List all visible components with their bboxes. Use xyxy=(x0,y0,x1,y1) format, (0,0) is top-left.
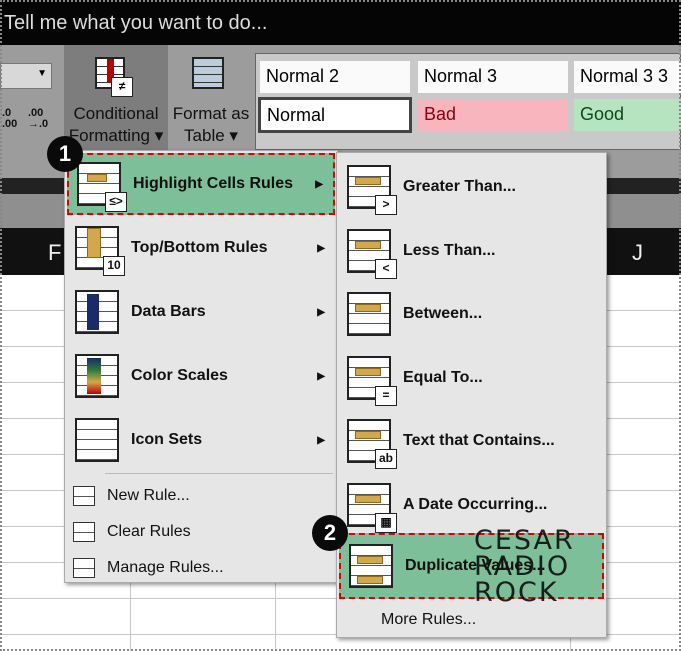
menu-item-label: Top/Bottom Rules xyxy=(131,239,268,256)
search-placeholder: Tell me what you want to do... xyxy=(4,12,268,34)
submenu-item-greater-than[interactable]: > Greater Than... xyxy=(339,156,604,218)
tell-me-search[interactable]: Tell me what you want to do... xyxy=(0,0,681,45)
color-scales-icon xyxy=(75,354,119,398)
chevron-down-icon: ▼ xyxy=(37,68,47,79)
menu-item-label: Highlight Cells Rules xyxy=(133,175,294,192)
chevron-right-icon: ▶ xyxy=(317,434,325,446)
step-badge-1: 1 xyxy=(47,136,83,172)
less-than-icon: < xyxy=(347,228,397,279)
cf-label-1: Conditional xyxy=(73,104,159,123)
menu-item-highlight-cells-rules[interactable]: ≤> Highlight Cells Rules ▶ xyxy=(67,153,335,215)
cell-styles-gallery: Normal 2 Normal 3 Normal 3 3 Normal Bad … xyxy=(255,53,681,150)
number-format-dropdown[interactable]: ▼ xyxy=(0,63,52,89)
submenu-item-text-contains[interactable]: ab Text that Contains... xyxy=(339,410,604,472)
menu-item-icon-sets[interactable]: Icon Sets ▶ xyxy=(67,409,335,471)
menu-item-label: Color Scales xyxy=(131,367,228,384)
chevron-right-icon: ▶ xyxy=(317,370,325,382)
menu-separator xyxy=(105,473,333,474)
submenu-item-between[interactable]: Between... xyxy=(339,283,604,345)
top-bottom-icon: 10 xyxy=(75,226,125,276)
menu-item-label: Manage Rules... xyxy=(107,559,224,576)
submenu-item-less-than[interactable]: < Less Than... xyxy=(339,220,604,282)
chevron-right-icon: ▶ xyxy=(317,242,325,254)
submenu-item-label: Greater Than... xyxy=(403,178,516,195)
submenu-item-label: A Date Occurring... xyxy=(403,495,548,513)
step-badge-2: 2 xyxy=(312,515,348,551)
style-normal[interactable]: Normal xyxy=(258,97,412,133)
menu-item-top-bottom-rules[interactable]: 10 Top/Bottom Rules ▶ xyxy=(67,217,335,279)
style-normal-3-3[interactable]: Normal 3 3 xyxy=(574,61,681,93)
menu-item-label: New Rule... xyxy=(107,487,190,504)
increase-decimal-button[interactable]: .0 .00 xyxy=(2,108,17,130)
submenu-item-equal-to[interactable]: = Equal To... xyxy=(339,347,604,409)
column-header-j[interactable]: J xyxy=(632,240,643,266)
chevron-right-icon: ▶ xyxy=(315,178,323,190)
chevron-right-icon: ▶ xyxy=(317,306,325,318)
menu-item-clear-rules[interactable]: Clear Rules xyxy=(67,515,335,549)
menu-item-label: Clear Rules xyxy=(107,523,191,540)
submenu-item-label: Less Than... xyxy=(403,241,496,259)
greater-than-icon: > xyxy=(347,165,397,215)
conditional-formatting-menu: ≤> Highlight Cells Rules ▶ 10 Top/Bottom … xyxy=(64,150,338,583)
watermark-logo: CESAR RADIO ROCK xyxy=(474,525,575,608)
fat-label-1: Format as xyxy=(172,104,250,123)
submenu-item-label: Between... xyxy=(403,305,483,322)
icon-sets-icon xyxy=(75,418,119,462)
decrease-decimal-button[interactable]: .00 →.0 xyxy=(28,108,48,130)
submenu-item-label: Text that Contains... xyxy=(403,432,555,449)
style-normal-2[interactable]: Normal 2 xyxy=(260,61,410,93)
between-icon xyxy=(347,292,391,336)
equal-to-icon: = xyxy=(347,355,397,406)
fat-label-2: Table ▾ xyxy=(184,126,238,145)
new-rule-icon xyxy=(73,486,95,506)
style-bad[interactable]: Bad xyxy=(418,99,568,131)
menu-item-data-bars[interactable]: Data Bars ▶ xyxy=(67,281,335,343)
style-good[interactable]: Good xyxy=(574,99,681,131)
text-contains-icon: ab xyxy=(347,419,397,469)
duplicate-values-icon xyxy=(349,544,393,588)
data-bars-icon xyxy=(75,290,119,334)
menu-item-color-scales[interactable]: Color Scales ▶ xyxy=(67,345,335,407)
submenu-item-label: Equal To... xyxy=(403,368,483,386)
clear-rules-icon xyxy=(73,522,95,542)
menu-item-manage-rules[interactable]: Manage Rules... xyxy=(67,551,335,585)
date-occurring-icon: ▦ xyxy=(347,482,397,533)
highlight-cells-icon: ≤> xyxy=(77,162,127,212)
format-as-table-icon xyxy=(192,57,224,89)
manage-rules-icon xyxy=(73,558,95,578)
style-normal-3[interactable]: Normal 3 xyxy=(418,61,568,93)
conditional-formatting-icon: ≠ xyxy=(95,57,133,97)
menu-item-label: Data Bars xyxy=(131,303,206,320)
column-header-f[interactable]: F xyxy=(48,240,61,266)
submenu-item-label: More Rules... xyxy=(381,611,477,628)
menu-item-label: Icon Sets xyxy=(131,431,203,448)
menu-item-new-rule[interactable]: New Rule... xyxy=(67,479,335,513)
